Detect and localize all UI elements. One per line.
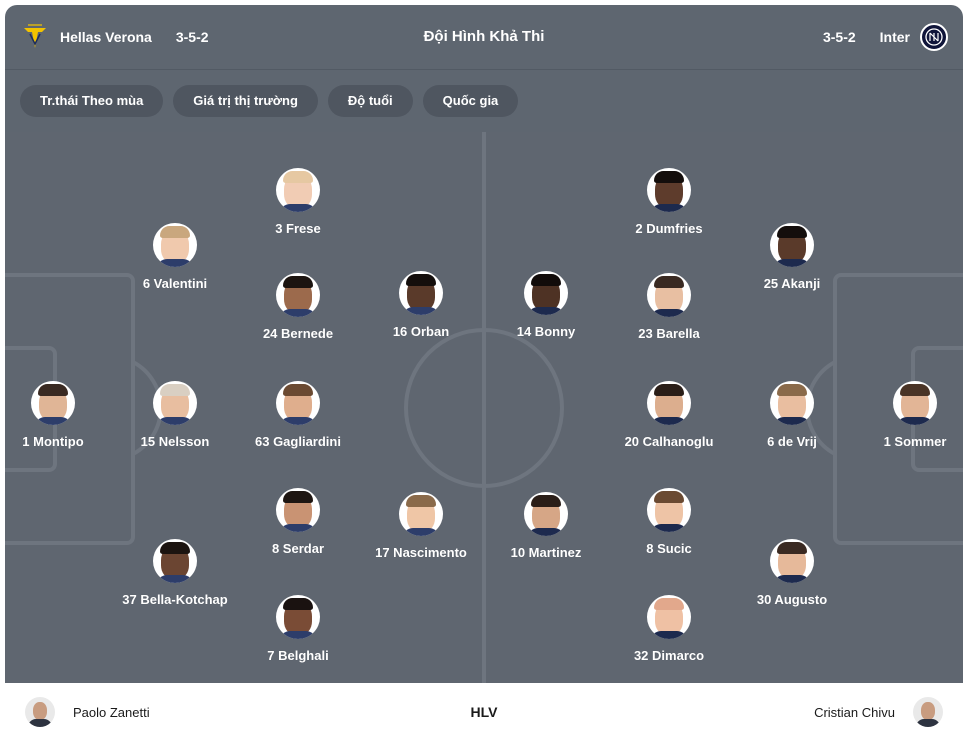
inter-badge-icon xyxy=(920,23,948,51)
player-avatar xyxy=(153,223,197,267)
away-player[interactable]: 14 Bonny xyxy=(466,271,626,339)
away-coach[interactable]: Cristian Chivu xyxy=(814,683,943,741)
filter-country[interactable]: Quốc gia xyxy=(422,85,519,117)
player-avatar xyxy=(647,168,691,212)
player-avatar xyxy=(647,595,691,639)
player-avatar xyxy=(276,381,320,425)
page-title: Đội Hình Khả Thi xyxy=(423,28,545,45)
filter-bar: Tr.thái Theo mùa Giá trị thị trường Độ t… xyxy=(5,70,963,132)
coaches-bar: Paolo Zanetti HLV Cristian Chivu xyxy=(5,683,963,741)
player-avatar xyxy=(276,488,320,532)
player-avatar xyxy=(31,381,75,425)
player-avatar xyxy=(647,273,691,317)
away-team[interactable]: 3-5-2 Inter xyxy=(823,5,948,69)
lineup-card: Hellas Verona 3-5-2 Đội Hình Khả Thi 3-5… xyxy=(5,5,963,741)
player-name: 32 Dimarco xyxy=(633,648,705,663)
away-formation: 3-5-2 xyxy=(822,29,856,45)
player-avatar xyxy=(770,223,814,267)
away-team-name: Inter xyxy=(879,29,910,45)
filter-season-status[interactable]: Tr.thái Theo mùa xyxy=(20,85,164,117)
away-player[interactable]: 32 Dimarco xyxy=(589,595,749,663)
player-name: 2 Dumfries xyxy=(635,221,703,236)
player-avatar xyxy=(770,539,814,583)
player-avatar xyxy=(399,492,443,536)
home-player[interactable]: 3 Frese xyxy=(218,168,378,236)
player-name: 63 Gagliardini xyxy=(255,434,341,449)
player-avatar xyxy=(153,381,197,425)
player-name: 20 Calhanoglu xyxy=(624,434,714,449)
player-name: 14 Bonny xyxy=(516,324,576,339)
football-pitch: 1 Montipo 6 Valentini 15 Nelsson 37 Bella-K… xyxy=(5,132,963,683)
filter-market-value[interactable]: Giá trị thị trường xyxy=(173,85,318,117)
player-avatar xyxy=(399,271,443,315)
away-coach-avatar xyxy=(913,697,943,727)
away-player[interactable]: 2 Dumfries xyxy=(589,168,749,236)
player-avatar xyxy=(770,381,814,425)
player-avatar xyxy=(524,271,568,315)
player-avatar xyxy=(524,492,568,536)
player-avatar xyxy=(276,168,320,212)
player-avatar xyxy=(647,381,691,425)
home-player[interactable]: 63 Gagliardini xyxy=(218,381,378,449)
filter-age[interactable]: Độ tuổi xyxy=(327,85,413,117)
home-player[interactable]: 7 Belghali xyxy=(218,595,378,663)
player-avatar xyxy=(153,539,197,583)
player-name: 7 Belghali xyxy=(267,648,329,663)
away-player[interactable]: 20 Calhanoglu xyxy=(589,381,749,449)
player-name: 10 Martinez xyxy=(510,545,582,560)
away-coach-name: Cristian Chivu xyxy=(814,704,895,720)
player-avatar xyxy=(276,273,320,317)
player-avatar xyxy=(276,595,320,639)
player-avatar xyxy=(647,488,691,532)
away-player[interactable]: 10 Martinez xyxy=(466,492,626,560)
player-avatar xyxy=(893,381,937,425)
player-name: 3 Frese xyxy=(275,221,321,236)
lineup-header: Hellas Verona 3-5-2 Đội Hình Khả Thi 3-5… xyxy=(5,5,963,69)
